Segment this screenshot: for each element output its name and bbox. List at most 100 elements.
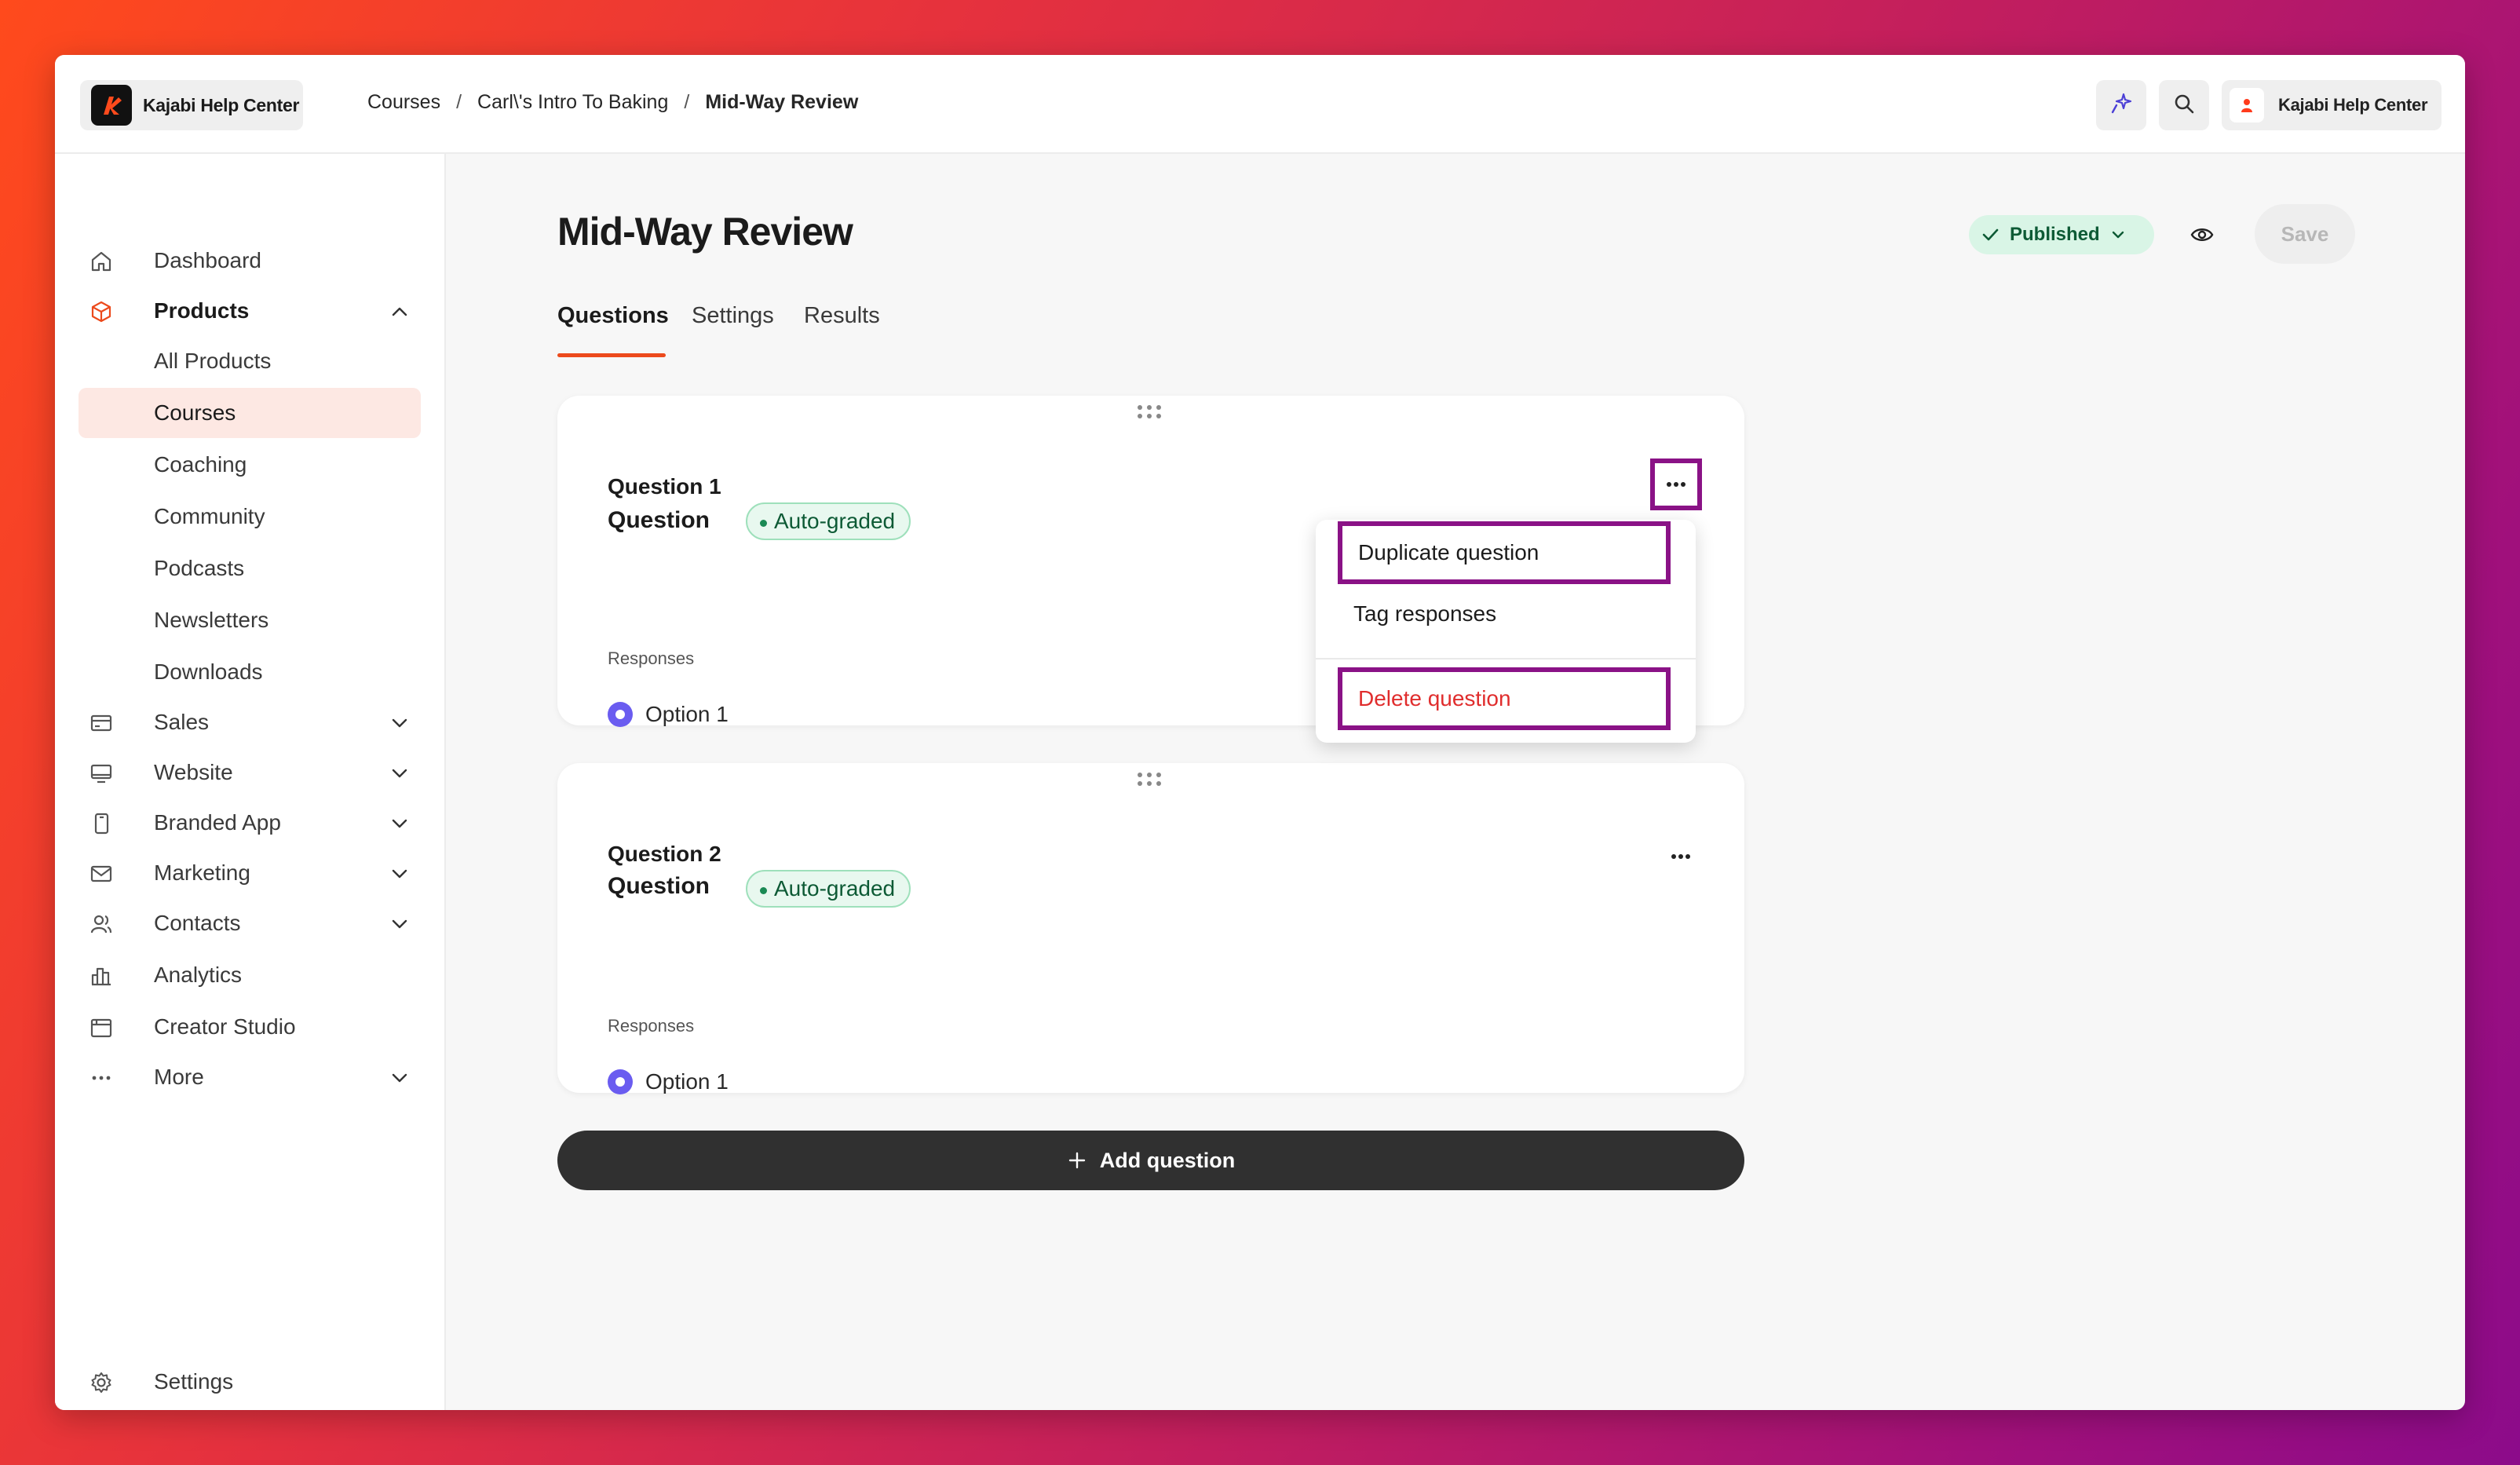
sidebar-subitem-coaching[interactable]: Coaching	[79, 440, 421, 490]
badge-label: Auto-graded	[774, 876, 896, 901]
sidebar-item-label: Podcasts	[154, 556, 245, 580]
home-icon	[91, 251, 111, 272]
badge-label: Auto-graded	[774, 509, 896, 533]
top-bar: Kajabi Help Center Courses / Carl\'s Int…	[55, 55, 2465, 154]
drag-handle-icon[interactable]	[1134, 771, 1165, 788]
sidebar-item-settings[interactable]: Settings	[79, 1357, 421, 1407]
question-text: Question	[608, 507, 710, 533]
mail-icon	[90, 865, 112, 882]
phone-icon	[94, 813, 109, 835]
delete-question-item[interactable]: Delete question	[1338, 667, 1671, 730]
sidebar-item-label: Products	[154, 298, 250, 323]
radio-selected-icon[interactable]	[608, 702, 633, 727]
sidebar: Dashboard Products All Products Courses …	[55, 154, 446, 1410]
sidebar-item-website[interactable]: Website	[79, 747, 421, 798]
analytics-icon	[91, 967, 111, 986]
ellipsis-icon	[1671, 854, 1690, 859]
plus-icon	[1068, 1152, 1085, 1169]
sidebar-item-more[interactable]: More	[79, 1052, 421, 1102]
sparkle-icon	[2109, 92, 2133, 119]
publish-status-label: Published	[2010, 224, 2100, 245]
card-icon	[90, 714, 112, 732]
gear-icon	[91, 1372, 111, 1393]
responses-label: Responses	[608, 1016, 695, 1036]
option-label: Option 1	[645, 702, 729, 726]
sidebar-item-contacts[interactable]: Contacts	[79, 898, 421, 948]
sidebar-item-label: Website	[154, 760, 233, 784]
user-icon	[2241, 99, 2252, 112]
chevron-down-icon	[392, 1073, 407, 1083]
auto-graded-badge: Auto-graded	[746, 502, 911, 540]
chevron-down-icon	[392, 819, 407, 828]
question-more-button[interactable]	[1650, 458, 1702, 510]
sidebar-item-label: More	[154, 1065, 204, 1089]
add-question-label: Add question	[1099, 1148, 1236, 1172]
active-tab-indicator	[557, 353, 666, 357]
sidebar-item-label: Courses	[154, 400, 236, 425]
breadcrumb-current: Mid-Way Review	[705, 91, 859, 113]
account-name: Kajabi Help Center	[2278, 95, 2428, 115]
responses-label: Responses	[608, 648, 695, 668]
sidebar-item-analytics[interactable]: Analytics	[79, 950, 421, 1000]
search-icon	[2173, 93, 2195, 119]
preview-button[interactable]	[2182, 215, 2222, 254]
status-dot	[760, 887, 767, 894]
search-button[interactable]	[2159, 80, 2209, 130]
sidebar-item-label: Coaching	[154, 452, 247, 477]
page-title: Mid-Way Review	[557, 210, 853, 254]
ellipsis-icon	[1667, 482, 1685, 487]
breadcrumb-separator: /	[684, 91, 690, 113]
sidebar-item-products[interactable]: Products	[79, 286, 421, 336]
sidebar-subitem-community[interactable]: Community	[79, 491, 421, 542]
duplicate-question-item[interactable]: Duplicate question	[1338, 521, 1671, 584]
question-actions-menu: Duplicate question Tag responses Delete …	[1316, 520, 1696, 743]
radio-selected-icon[interactable]	[608, 1069, 633, 1094]
ai-assistant-button[interactable]	[2096, 80, 2146, 130]
sidebar-subitem-all-products[interactable]: All Products	[79, 336, 421, 386]
sidebar-item-sales[interactable]: Sales	[79, 697, 421, 747]
kajabi-logo-icon	[91, 85, 132, 126]
box-icon	[91, 301, 111, 323]
check-icon	[1982, 228, 1999, 241]
status-dot	[760, 520, 767, 527]
breadcrumb: Courses / Carl\'s Intro To Baking / Mid-…	[367, 91, 858, 114]
response-option[interactable]: Option 1	[608, 1068, 729, 1096]
sidebar-subitem-newsletters[interactable]: Newsletters	[79, 595, 421, 645]
calendar-icon	[90, 1018, 112, 1038]
question-text: Question	[608, 873, 710, 899]
sidebar-subitem-courses[interactable]: Courses	[79, 388, 421, 438]
tab-results[interactable]: Results	[804, 303, 880, 329]
sidebar-item-branded-app[interactable]: Branded App	[79, 798, 421, 848]
app-window: Kajabi Help Center Courses / Carl\'s Int…	[55, 55, 2465, 1410]
publish-status-dropdown[interactable]: Published	[1969, 215, 2154, 254]
question-number: Question 2	[608, 842, 721, 866]
question-card: Question 2 Question Auto-graded Response…	[557, 763, 1744, 1096]
question-number: Question 1	[608, 474, 721, 499]
response-option[interactable]: Option 1	[608, 700, 729, 729]
sidebar-item-creator-studio[interactable]: Creator Studio	[79, 1002, 421, 1052]
save-button[interactable]: Save	[2255, 204, 2355, 264]
sidebar-item-label: Analytics	[154, 963, 243, 987]
sidebar-item-label: Newsletters	[154, 608, 269, 632]
sidebar-item-label: Downloads	[154, 659, 263, 684]
sidebar-item-dashboard[interactable]: Dashboard	[79, 236, 421, 286]
account-menu[interactable]: Kajabi Help Center	[2222, 80, 2441, 130]
question-more-button[interactable]	[1655, 831, 1707, 882]
sidebar-item-label: Community	[154, 504, 265, 528]
breadcrumb-courses[interactable]: Courses	[367, 91, 440, 114]
tab-questions[interactable]: Questions	[557, 303, 669, 329]
add-question-button[interactable]: Add question	[557, 1131, 1744, 1190]
chevron-up-icon	[392, 307, 407, 316]
sidebar-item-label: Sales	[154, 710, 210, 734]
tab-settings[interactable]: Settings	[692, 303, 774, 329]
site-switcher[interactable]: Kajabi Help Center	[80, 80, 303, 130]
sidebar-item-label: Contacts	[154, 911, 241, 935]
sidebar-subitem-podcasts[interactable]: Podcasts	[79, 543, 421, 594]
sidebar-item-label: Dashboard	[154, 248, 261, 272]
breadcrumb-course[interactable]: Carl\'s Intro To Baking	[477, 91, 668, 114]
tag-responses-item[interactable]: Tag responses	[1338, 583, 1671, 645]
sidebar-item-marketing[interactable]: Marketing	[79, 848, 421, 898]
monitor-icon	[90, 764, 112, 784]
sidebar-subitem-downloads[interactable]: Downloads	[79, 647, 421, 697]
drag-handle-icon[interactable]	[1134, 404, 1165, 421]
